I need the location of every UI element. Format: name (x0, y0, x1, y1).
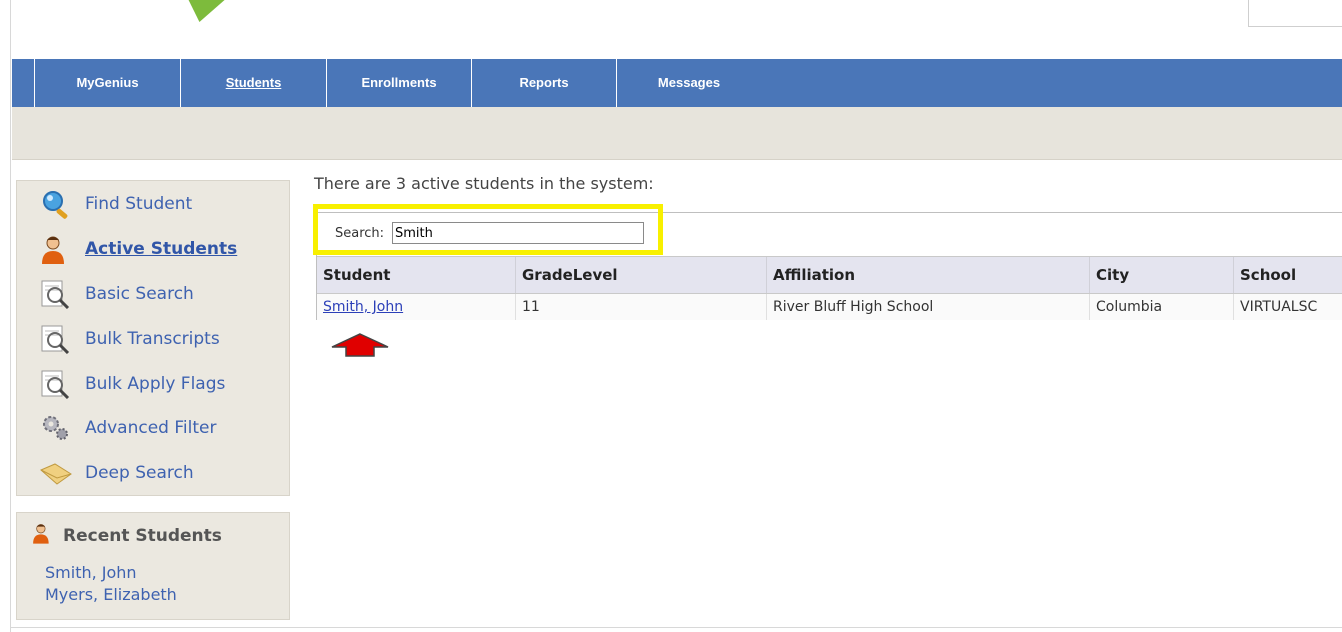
nav-enrollments[interactable]: Enrollments (326, 59, 471, 107)
subnav-bar (12, 107, 1342, 160)
sidebar-item-label: Bulk Transcripts (85, 329, 220, 349)
red-arrow-up-icon (331, 333, 389, 357)
column-header-student[interactable]: Student (317, 257, 515, 293)
grade-level-cell: 11 (515, 294, 766, 320)
sidebar-item-deep-search[interactable]: Deep Search (39, 456, 194, 490)
recent-student-link[interactable]: Smith, John (45, 563, 137, 582)
page-frame-left (10, 0, 11, 632)
school-cell: VIRTUALSC (1233, 294, 1342, 320)
sidebar-item-bulk-transcripts[interactable]: Bulk Transcripts (39, 322, 220, 356)
column-header-school[interactable]: School (1233, 257, 1342, 293)
sidebar-item-label: Active Students (85, 239, 238, 259)
document-search-icon (39, 279, 73, 310)
nav-mygenius[interactable]: MyGenius (34, 59, 180, 107)
sidebar-item-label: Deep Search (85, 463, 194, 483)
sidebar-item-advanced-filter[interactable]: Advanced Filter (39, 411, 216, 445)
recent-students-title-text: Recent Students (63, 525, 222, 546)
column-header-city[interactable]: City (1089, 257, 1233, 293)
student-icon (31, 521, 55, 550)
sidebar-item-active-students[interactable]: Active Students (39, 232, 237, 266)
sidebar-item-basic-search[interactable]: Basic Search (39, 277, 194, 311)
recent-students-panel: Recent Students Smith, John Myers, Eliza… (16, 512, 290, 620)
column-header-gradelevel[interactable]: GradeLevel (515, 257, 766, 293)
affiliation-cell: River Bluff High School (766, 294, 1089, 320)
search-input[interactable] (392, 222, 644, 244)
sidebar-item-label: Basic Search (85, 284, 194, 304)
student-icon (39, 234, 73, 264)
student-name-link[interactable]: Smith, John (317, 294, 515, 320)
active-students-summary: There are 3 active students in the syste… (314, 174, 654, 193)
nav-messages[interactable]: Messages (616, 59, 761, 107)
folder-icon (39, 458, 73, 488)
header-search-box[interactable] (1248, 0, 1342, 27)
recent-student-link[interactable]: Myers, Elizabeth (45, 585, 177, 604)
magnifier-icon (39, 189, 73, 219)
sidebar-item-find-student[interactable]: Find Student (39, 187, 192, 221)
search-label: Search: (335, 226, 385, 241)
sidebar-panel: Find Student Active Students Basic Searc… (16, 180, 290, 496)
city-cell: Columbia (1089, 294, 1233, 320)
nav-students[interactable]: Students (180, 59, 326, 107)
sidebar-item-label: Bulk Apply Flags (85, 374, 226, 394)
students-table: Search: Student GradeLevel Affiliation C… (316, 212, 1342, 320)
nav-reports[interactable]: Reports (471, 59, 616, 107)
gears-icon (39, 413, 73, 443)
recent-students-title: Recent Students (31, 521, 222, 550)
search-row: Search: (317, 213, 1342, 257)
column-header-affiliation[interactable]: Affiliation (766, 257, 1089, 293)
sidebar-item-label: Find Student (85, 194, 193, 214)
table-row: Smith, John 11 River Bluff High School C… (317, 294, 1342, 320)
sidebar-item-bulk-apply-flags[interactable]: Bulk Apply Flags (39, 367, 225, 401)
main-nav: MyGenius Students Enrollments Reports Me… (12, 59, 1342, 107)
table-header: Student GradeLevel Affiliation City Scho… (317, 257, 1342, 294)
document-search-icon (39, 324, 73, 355)
logo-leaf-icon (181, 0, 225, 22)
page-frame-bottom (10, 627, 1342, 628)
document-search-icon (39, 369, 73, 400)
sidebar-item-label: Advanced Filter (85, 418, 217, 438)
